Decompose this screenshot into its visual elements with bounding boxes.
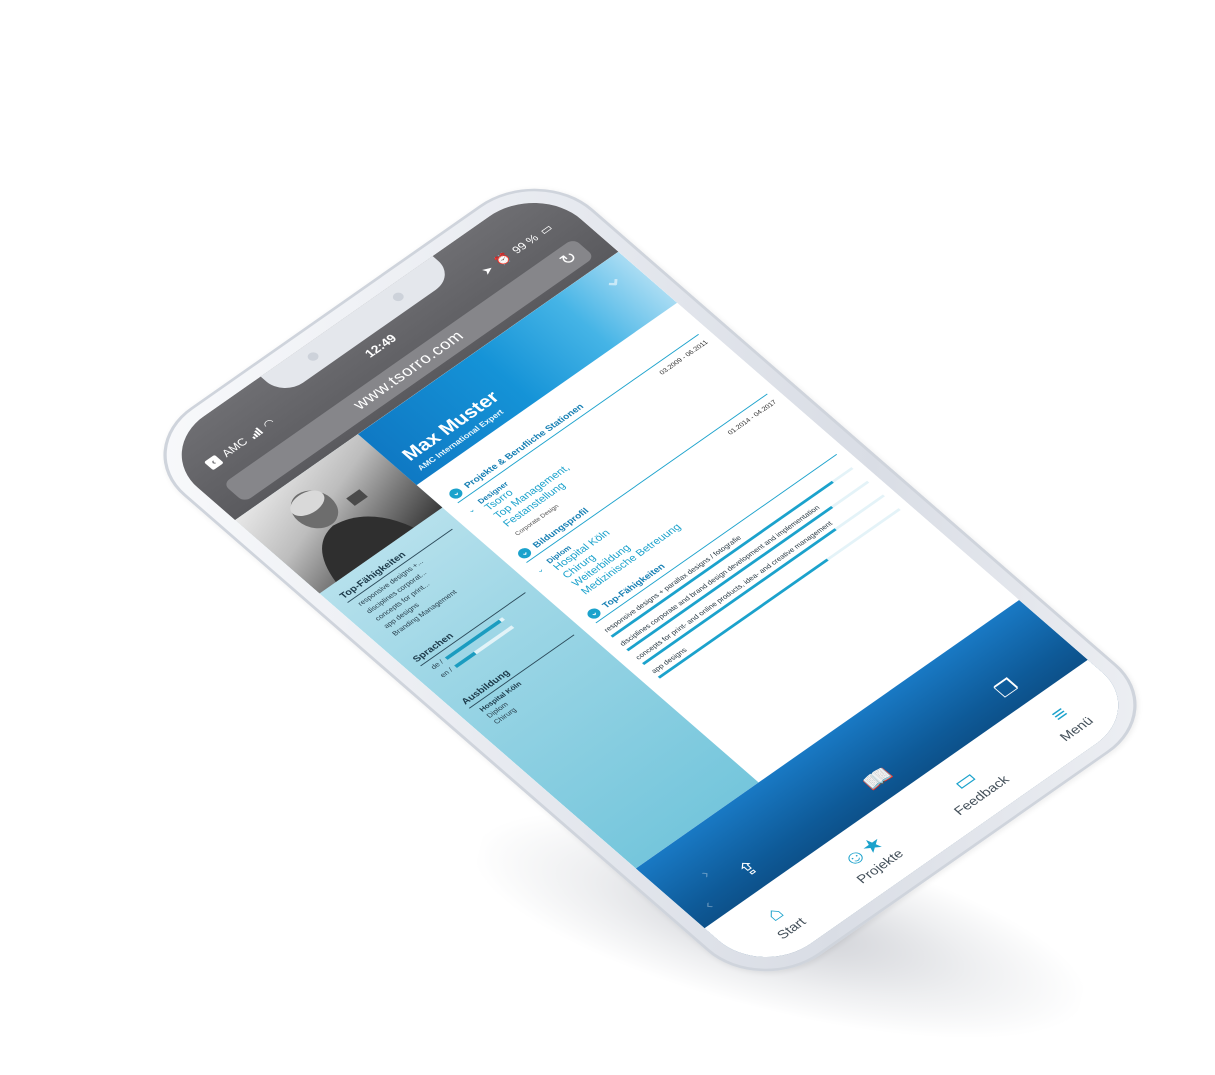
scene: ‹ AMC ◠ 12:49 ➤ ⏰ 99 % ▭ www.tsorro.com … — [0, 0, 1215, 1075]
share-icon[interactable]: ⇪ — [732, 856, 766, 883]
battery-icon: ▭ — [536, 221, 556, 238]
sensor-dot — [390, 290, 406, 303]
chevron-down-icon: ⌄ — [515, 546, 534, 561]
reload-icon[interactable]: ↻ — [552, 245, 586, 271]
wifi-icon: ◠ — [259, 416, 279, 431]
back-to-app-icon[interactable]: ‹ — [203, 454, 224, 470]
tab-start[interactable]: ⌂ Start — [754, 898, 809, 942]
signal-icon — [247, 427, 264, 440]
carrier-label: AMC — [218, 435, 251, 460]
alarm-icon: ⏰ — [491, 250, 515, 269]
home-icon: ⌂ — [759, 901, 789, 925]
language-label: en / — [437, 666, 455, 680]
tab-feedback[interactable]: ▭ Feedback — [931, 755, 1012, 817]
chevron-down-icon: ⌄ — [584, 606, 604, 621]
smartphone: ‹ AMC ◠ 12:49 ➤ ⏰ 99 % ▭ www.tsorro.com … — [130, 162, 1170, 998]
battery-percent: 99 % — [508, 231, 542, 257]
book-icon[interactable]: 📖 — [857, 763, 898, 795]
tab-projekte[interactable]: ☺★ Projekte — [833, 829, 906, 885]
scroll-down-chevron-icon[interactable]: ⌄ — [594, 267, 628, 294]
camera-dot — [305, 350, 321, 363]
tab-menu[interactable]: ≡ Menü — [1036, 696, 1096, 743]
location-icon: ➤ — [478, 262, 497, 278]
tabs-icon[interactable]: ❐ — [990, 675, 1025, 702]
chevron-down-icon: ⌄ — [446, 486, 466, 501]
hamburger-icon: ≡ — [1044, 702, 1074, 726]
phone-screen: ‹ AMC ◠ 12:49 ➤ ⏰ 99 % ▭ www.tsorro.com … — [154, 182, 1146, 978]
